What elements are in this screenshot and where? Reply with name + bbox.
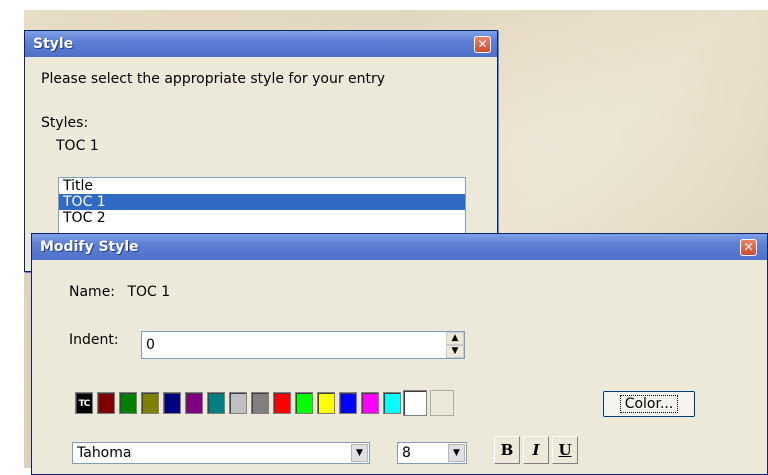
color-swatch-white[interactable]	[403, 390, 427, 416]
list-item-toc2[interactable]: TOC 2	[59, 210, 465, 226]
styles-label: Styles:	[41, 115, 89, 131]
color-swatch[interactable]	[251, 392, 269, 414]
chevron-down-icon[interactable]: ▼	[351, 444, 368, 462]
bold-button[interactable]: B	[494, 436, 520, 464]
style-dialog-title: Style	[33, 36, 74, 52]
size-select[interactable]: 8 ▼	[397, 442, 467, 464]
color-swatch[interactable]	[97, 392, 115, 414]
screen-margin-left	[0, 0, 24, 468]
modify-style-dialog: Modify Style ✕ Name: TOC 1 Indent: 0 ▲ ▼…	[31, 233, 768, 475]
style-prompt: Please select the appropriate style for …	[41, 71, 386, 87]
indent-spinbox[interactable]: 0 ▲ ▼	[141, 331, 465, 359]
color-swatch[interactable]	[273, 392, 291, 414]
chevron-down-icon[interactable]: ▼	[448, 444, 465, 462]
color-button-label: Color...	[619, 395, 679, 413]
underline-button[interactable]: U	[552, 436, 578, 464]
name-row: Name: TOC 1	[69, 284, 170, 300]
name-value: TOC 1	[127, 284, 171, 300]
color-swatch[interactable]	[229, 392, 247, 414]
indent-label: Indent:	[69, 332, 119, 348]
screen-margin-top	[0, 0, 768, 10]
size-select-value: 8	[402, 445, 411, 461]
style-dialog-titlebar[interactable]: Style ✕	[25, 31, 497, 57]
color-swatch[interactable]	[141, 392, 159, 414]
color-swatch[interactable]	[163, 392, 181, 414]
indent-input[interactable]: 0	[146, 337, 155, 353]
color-swatch[interactable]	[185, 392, 203, 414]
color-swatch[interactable]	[383, 392, 401, 414]
styles-current-value: TOC 1	[56, 138, 99, 154]
close-icon[interactable]: ✕	[740, 239, 757, 256]
styles-listbox[interactable]: Title TOC 1 TOC 2	[58, 177, 466, 239]
spin-up-icon[interactable]: ▲	[446, 332, 464, 345]
close-icon[interactable]: ✕	[474, 36, 491, 53]
color-swatch[interactable]	[317, 392, 335, 414]
list-item-title[interactable]: Title	[59, 178, 465, 194]
font-select[interactable]: Tahoma ▼	[72, 442, 370, 464]
spin-down-icon[interactable]: ▼	[446, 345, 464, 358]
current-color-swatch[interactable]: TC	[75, 392, 93, 414]
list-item-toc1[interactable]: TOC 1	[59, 194, 465, 210]
name-label: Name:	[69, 284, 116, 300]
color-swatch[interactable]	[207, 392, 225, 414]
color-swatch[interactable]	[339, 392, 357, 414]
color-swatch[interactable]	[295, 392, 313, 414]
font-select-value: Tahoma	[77, 445, 132, 461]
modify-dialog-title: Modify Style	[40, 239, 139, 255]
color-swatch-empty[interactable]	[430, 390, 454, 416]
color-swatch[interactable]	[119, 392, 137, 414]
indent-spinner: ▲ ▼	[446, 332, 464, 358]
italic-button[interactable]: I	[523, 436, 549, 464]
modify-dialog-titlebar[interactable]: Modify Style ✕	[32, 234, 767, 260]
color-swatch[interactable]	[361, 392, 379, 414]
color-button[interactable]: Color...	[603, 391, 695, 417]
